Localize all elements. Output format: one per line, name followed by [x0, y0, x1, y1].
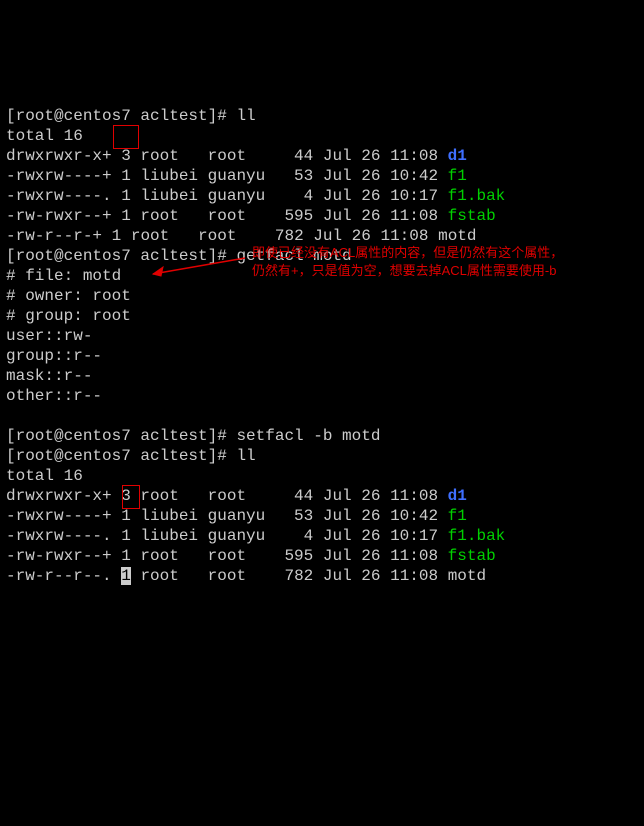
facl-output: mask::r-- [6, 367, 92, 385]
ls-row: -rw-rwxr--+ 1 root root 595 Jul 26 11:08… [6, 207, 496, 225]
ls-row: -rw-rwxr--+ 1 root root 595 Jul 26 11:08… [6, 547, 496, 565]
ls-row: -rwxrw----+ 1 liubei guanyu 53 Jul 26 10… [6, 507, 467, 525]
prompt-line: [root@centos7 acltest]# setfacl -b motd [6, 427, 380, 445]
file-name: fstab [448, 207, 496, 225]
file-name: f1 [448, 167, 467, 185]
acl-plus-marker: + [92, 227, 102, 245]
dir-name: d1 [448, 487, 467, 505]
prompt-line: [root@centos7 acltest]# ll [6, 107, 256, 125]
highlight-box-plus [113, 125, 139, 149]
dir-name: d1 [448, 147, 467, 165]
ls-row: drwxrwxr-x+ 3 root root 44 Jul 26 11:08 … [6, 487, 467, 505]
highlight-box-dot [122, 485, 140, 509]
file-name: f1.bak [448, 527, 506, 545]
cursor: 1 [121, 567, 131, 585]
total-line: total 16 [6, 467, 83, 485]
facl-output: user::rw- [6, 327, 92, 345]
ls-row: -rw-r--r--. 1 root root 782 Jul 26 11:08… [6, 567, 486, 585]
facl-output: group::r-- [6, 347, 102, 365]
file-name: fstab [448, 547, 496, 565]
facl-output: # file: motd [6, 267, 121, 285]
ls-row: -rwxrw----+ 1 liubei guanyu 53 Jul 26 10… [6, 167, 467, 185]
acl-dot-marker: . [102, 567, 112, 585]
total-line: total 16 [6, 127, 83, 145]
facl-output: # group: root [6, 307, 131, 325]
facl-output: other::r-- [6, 387, 102, 405]
file-name: f1.bak [448, 187, 506, 205]
annotation-text: 即使已经没有ACL属性的内容，但是仍然有这个属性， 仍然有+，只是值为空，想要去… [252, 244, 612, 280]
terminal-output: [root@centos7 acltest]# ll total 16 drwx… [6, 86, 638, 586]
ls-row: -rw-r--r-+ 1 root root 782 Jul 26 11:08 … [6, 227, 477, 245]
ls-row: -rwxrw----. 1 liubei guanyu 4 Jul 26 10:… [6, 527, 505, 545]
annotation-arrow-icon [145, 250, 250, 280]
facl-output: # owner: root [6, 287, 131, 305]
prompt-line: [root@centos7 acltest]# ll [6, 447, 256, 465]
ls-row: -rwxrw----. 1 liubei guanyu 4 Jul 26 10:… [6, 187, 505, 205]
ls-row: drwxrwxr-x+ 3 root root 44 Jul 26 11:08 … [6, 147, 467, 165]
file-name: f1 [448, 507, 467, 525]
